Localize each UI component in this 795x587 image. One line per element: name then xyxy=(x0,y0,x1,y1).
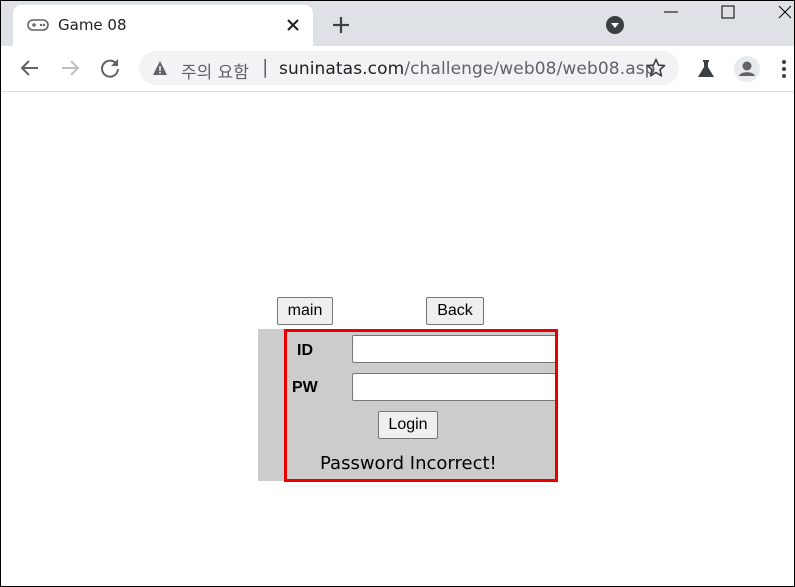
security-warning-text[interactable]: 주의 요함 xyxy=(181,58,249,83)
url-text[interactable]: suninatas.com/challenge/web08/web08.asp xyxy=(279,59,656,79)
main-button[interactable]: main xyxy=(277,297,333,325)
warning-icon[interactable] xyxy=(152,60,168,76)
url-host: suninatas.com xyxy=(279,59,405,79)
page-content: main Back ID PW Login Password Incorrect… xyxy=(1,93,794,586)
maximize-icon[interactable] xyxy=(717,3,739,23)
flask-extension-icon[interactable] xyxy=(695,58,717,80)
profile-avatar-icon[interactable] xyxy=(733,55,761,83)
url-path: /challenge/web08/web08.asp xyxy=(404,59,656,79)
address-bar[interactable]: 주의 요함 | suninatas.com/challenge/web08/we… xyxy=(139,51,679,85)
tab-title: Game 08 xyxy=(58,16,127,34)
tab-strip: Game 08 xyxy=(1,1,794,46)
browser-window: Game 08 주의 요함 | suninatas.com/challenge/… xyxy=(0,0,795,587)
back-arrow-icon[interactable] xyxy=(18,56,42,80)
reload-icon[interactable] xyxy=(98,56,122,80)
close-tab-icon[interactable] xyxy=(283,15,303,35)
new-tab-icon[interactable] xyxy=(329,13,353,37)
minimize-icon[interactable] xyxy=(660,3,682,23)
back-button[interactable]: Back xyxy=(426,297,484,325)
bookmark-star-icon[interactable] xyxy=(646,58,666,78)
gamepad-icon xyxy=(27,19,49,31)
tab-game-08[interactable]: Game 08 xyxy=(13,5,313,46)
window-close-icon[interactable] xyxy=(775,3,795,23)
browser-toolbar: 주의 요함 | suninatas.com/challenge/web08/we… xyxy=(1,46,794,92)
tab-search-icon[interactable] xyxy=(605,15,625,35)
forward-arrow-icon[interactable] xyxy=(58,56,82,80)
highlight-box xyxy=(284,329,558,482)
url-separator: | xyxy=(262,56,269,78)
kebab-menu-icon[interactable] xyxy=(780,58,788,80)
